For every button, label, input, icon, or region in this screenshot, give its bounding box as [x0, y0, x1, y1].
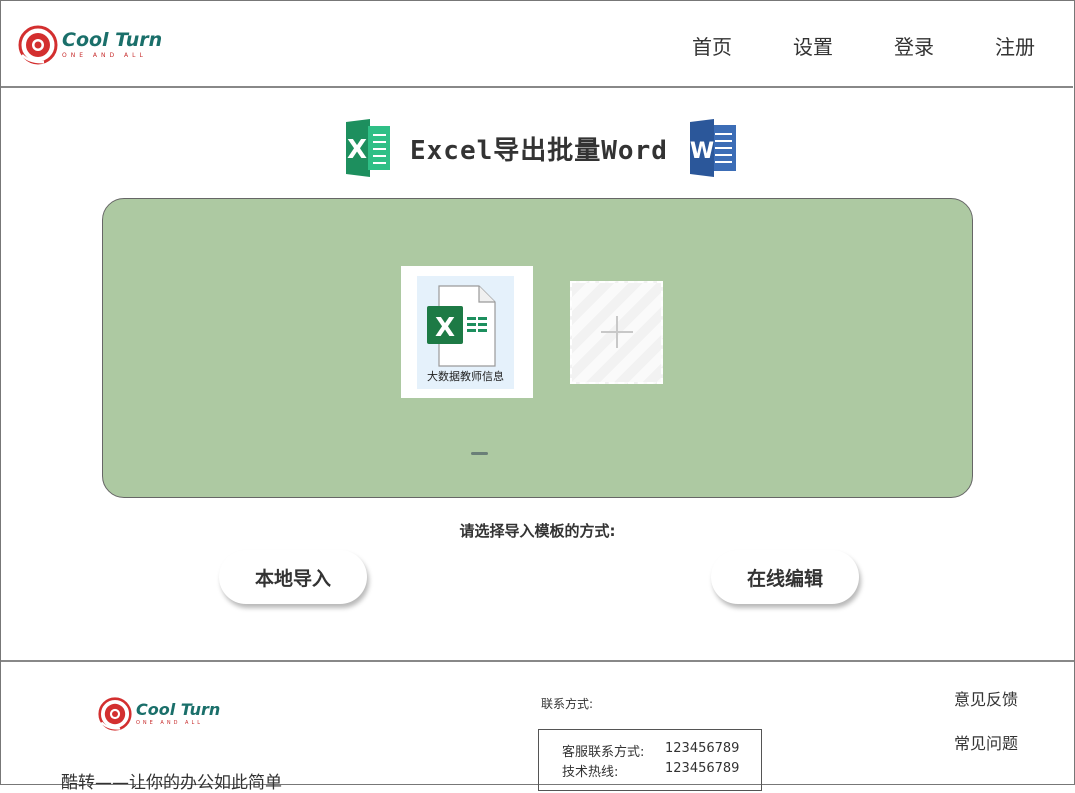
contact-row: 客服联系方式: 123456789: [562, 741, 739, 760]
footer-links: 意见反馈 常见问题: [954, 686, 1018, 774]
excel-icon: X: [346, 119, 390, 177]
svg-text:X: X: [347, 135, 367, 165]
plus-icon-vertical: [616, 316, 618, 348]
pagination-indicator[interactable]: [471, 452, 488, 455]
footer-divider: [1, 660, 1074, 662]
word-icon: W: [690, 119, 736, 177]
nav-login[interactable]: 登录: [894, 31, 934, 60]
online-edit-button[interactable]: 在线编辑: [711, 550, 859, 604]
file-name: 大数据教师信息: [427, 370, 504, 383]
feedback-link[interactable]: 意见反馈: [954, 686, 1018, 730]
file-thumbnail: X 大数据教师信息: [417, 276, 514, 389]
contact-label: 客服联系方式:: [562, 745, 645, 760]
header: Cool Turn ONE AND ALL 首页 设置 登录 注册: [1, 1, 1073, 88]
footer-logo: Cool Turn ONE AND ALL: [98, 697, 220, 731]
header-logo[interactable]: Cool Turn ONE AND ALL: [18, 25, 162, 65]
faq-link[interactable]: 常见问题: [954, 730, 1018, 774]
contact-title: 联系方式:: [541, 697, 594, 711]
footer-logo-tagline: ONE AND ALL: [136, 720, 204, 726]
footer-logo-name: Cool Turn: [136, 700, 221, 719]
add-file-button[interactable]: [570, 281, 663, 384]
excel-file-icon: X: [427, 285, 496, 367]
page-title-row: X Excel导出批量Word W: [340, 118, 738, 178]
contact-value: 123456789: [665, 761, 740, 776]
nav-register[interactable]: 注册: [995, 31, 1035, 60]
logo-name: Cool Turn: [62, 29, 163, 51]
contact-box: 客服联系方式: 123456789 技术热线: 123456789: [538, 729, 762, 791]
local-import-button[interactable]: 本地导入: [219, 550, 367, 604]
svg-text:W: W: [690, 139, 714, 164]
upload-panel: X 大数据教师信息: [102, 198, 973, 498]
nav-home[interactable]: 首页: [692, 31, 732, 60]
cool-turn-logo-icon: [98, 697, 132, 731]
contact-value: 123456789: [665, 741, 740, 756]
svg-text:X: X: [435, 313, 455, 343]
page-title: Excel导出批量Word: [410, 135, 668, 166]
import-method-label: 请选择导入模板的方式:: [459, 522, 616, 540]
top-nav: 首页 设置 登录 注册: [631, 31, 1035, 60]
cool-turn-logo-icon: [18, 25, 58, 65]
footer-slogan: 酷转——让你的办公如此简单: [61, 773, 282, 793]
nav-settings[interactable]: 设置: [793, 31, 833, 60]
logo-tagline: ONE AND ALL: [62, 52, 147, 59]
contact-label: 技术热线:: [562, 765, 619, 780]
contact-row: 技术热线: 123456789: [562, 761, 739, 780]
uploaded-file-card[interactable]: X 大数据教师信息: [401, 266, 533, 398]
